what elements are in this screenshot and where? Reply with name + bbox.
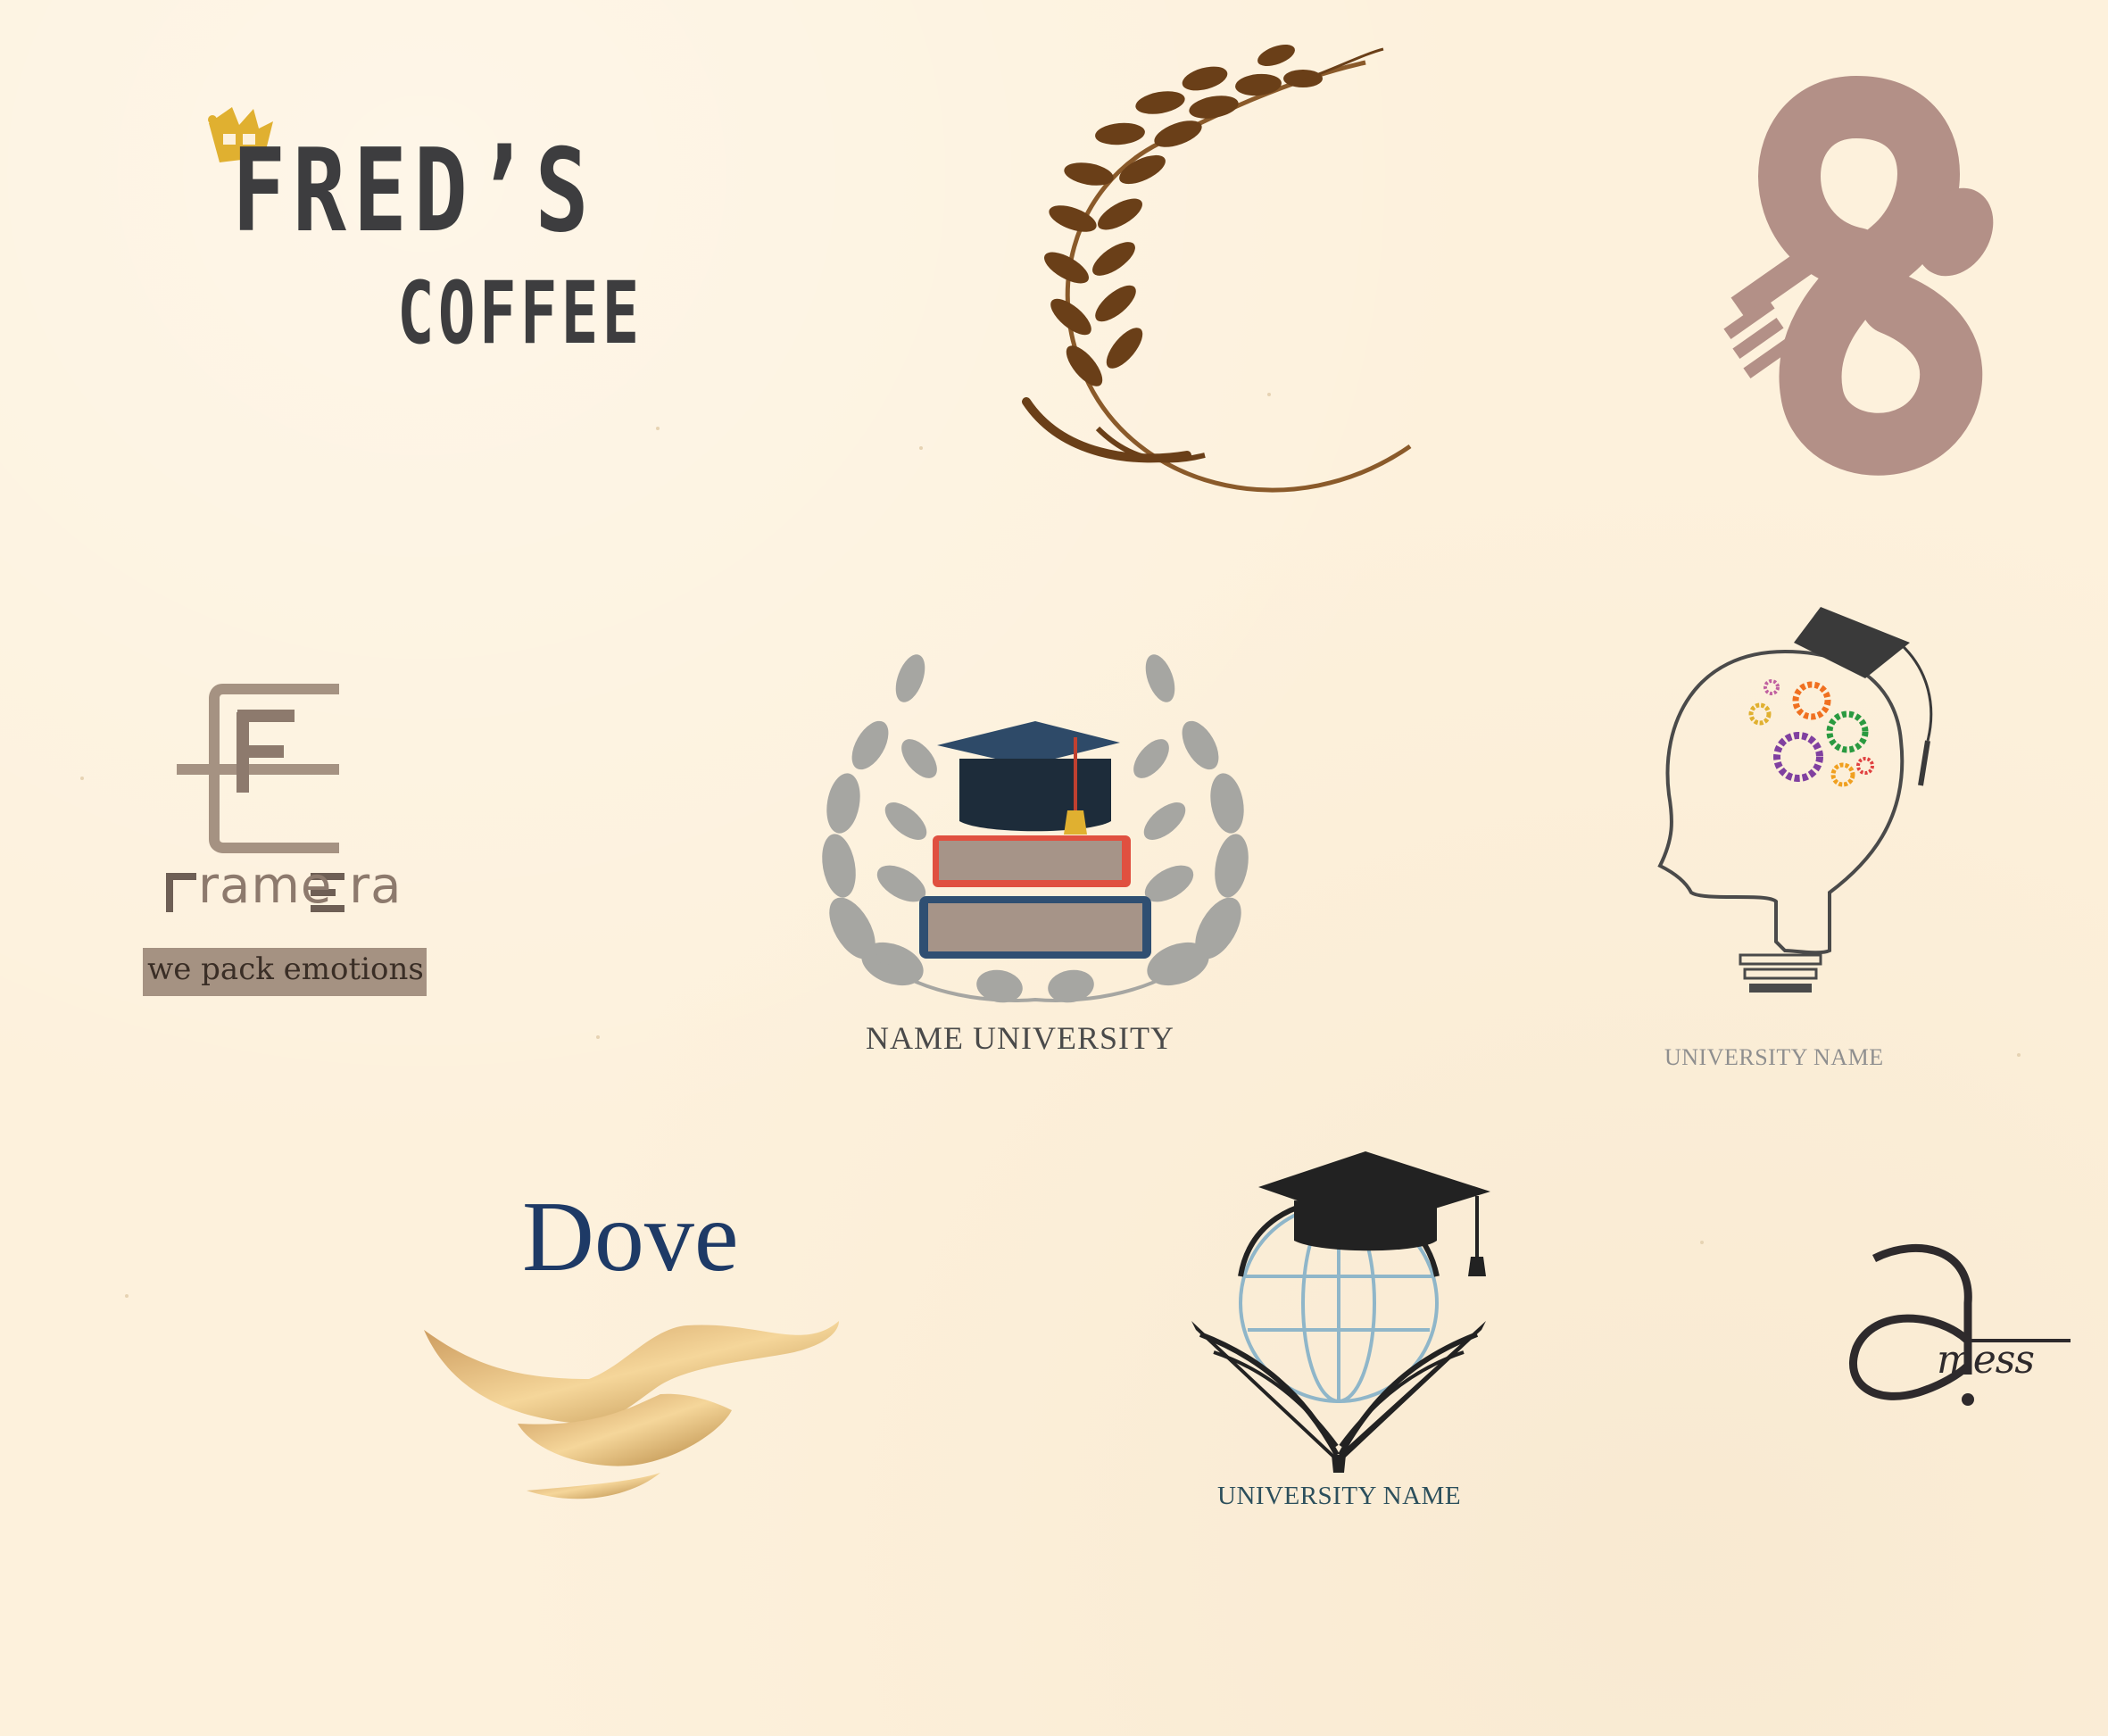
frame-era-name: rame ra bbox=[198, 857, 403, 915]
paper-speck bbox=[2017, 1053, 2021, 1057]
bird-wings-icon bbox=[424, 1321, 839, 1499]
paper-speck bbox=[596, 1035, 600, 1039]
dove-logo: Dove bbox=[419, 1182, 866, 1526]
bulb-university-caption: UNIVERSITY NAME bbox=[1664, 1044, 1884, 1070]
name-university-logo: NAME UNIVERSITY bbox=[803, 654, 1267, 1062]
wheat-wreath-logo bbox=[1008, 44, 1419, 509]
frame-era-logo: rame ra we pack emotions bbox=[134, 678, 437, 1009]
paper-speck bbox=[1700, 1241, 1704, 1244]
globe-university-logo: UNIVERSITY NAME bbox=[1187, 1151, 1508, 1526]
amess-logo: mess bbox=[1838, 1241, 2079, 1437]
paper-speck bbox=[80, 777, 84, 780]
coffee-subtitle: COFFEE bbox=[397, 263, 643, 363]
wheat-icon bbox=[1022, 44, 1412, 493]
fork-spoon-infinity-logo bbox=[1714, 71, 1999, 491]
paper-speck bbox=[919, 446, 923, 450]
lightbulb-head-gears-icon bbox=[1657, 607, 1933, 993]
paper-speck bbox=[656, 427, 660, 430]
name-university-caption: NAME UNIVERSITY bbox=[866, 1020, 1174, 1056]
amess-wordmark: mess bbox=[1937, 1337, 2035, 1383]
globe-university-caption: UNIVERSITY NAME bbox=[1217, 1482, 1462, 1510]
fork-spoon-infinity-icon bbox=[1723, 75, 1994, 476]
globe-book-cap-icon bbox=[1191, 1151, 1490, 1473]
books-graduation-cap-laurel-icon bbox=[822, 654, 1249, 1003]
freds-coffee-logo: FRED’S COFFEE bbox=[196, 89, 643, 375]
frame-era-tagline: we pack emotions bbox=[147, 951, 424, 987]
freds-title: FRED’S bbox=[232, 125, 596, 258]
paper-speck bbox=[125, 1294, 129, 1298]
bulb-university-logo: UNIVERSITY NAME bbox=[1642, 598, 1972, 1080]
